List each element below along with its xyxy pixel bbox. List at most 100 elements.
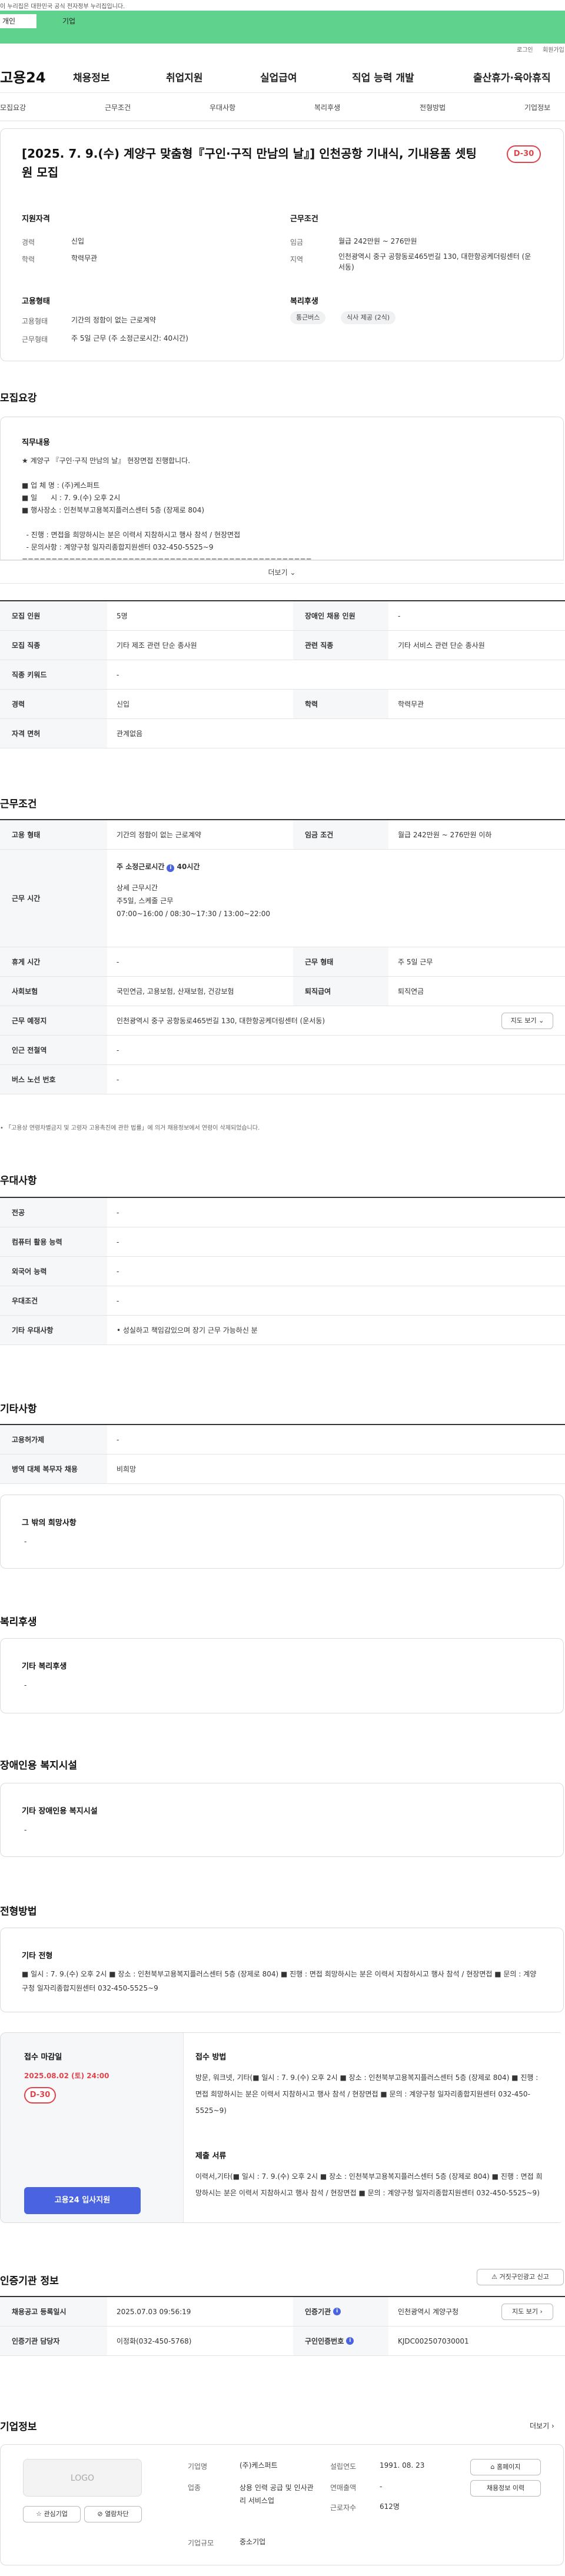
tab-screening[interactable]: 전형방법 bbox=[420, 102, 446, 112]
welfare-section-heading: 복리후생 bbox=[0, 1616, 37, 1628]
weekly-hours-value: 40시간 bbox=[177, 863, 200, 871]
homepage-button[interactable]: ⌂ 홈페이지 bbox=[470, 2459, 541, 2475]
td-cert-number: KJDC002507030001 bbox=[398, 2337, 469, 2345]
tab-company[interactable]: 기업정보 bbox=[524, 102, 550, 112]
deadline-value: 2025.08.02 (토) 24:00 bbox=[24, 2072, 109, 2080]
other-wish-box: 그 밖의 희망사항 - bbox=[0, 1495, 564, 1569]
th-license: 자격 면허 bbox=[0, 719, 107, 748]
pref-table: 전공 - 컴퓨터 활용 능력 - 외국어 능력 - 우대조건 - 기타 우대사항 • 성실… bbox=[0, 1197, 565, 1345]
td-workplace: 인천광역시 중구 공항동로465번길 130, 대한항공케더링센터 (운서동) bbox=[117, 1017, 325, 1025]
tab-welfare[interactable]: 복리후생 bbox=[314, 102, 340, 112]
th-bus: 버스 노선 번호 bbox=[0, 1065, 107, 1094]
block-label: 열람차단 bbox=[105, 2510, 129, 2518]
login-link[interactable]: 로그인 bbox=[517, 45, 533, 54]
th-emptype: 고용 형태 bbox=[0, 820, 107, 849]
table-row: 고용 형태 기간의 정함이 없는 근로계약 임금 조건 월급 242만원 ~ 2… bbox=[0, 820, 565, 850]
table-row: 전공 - bbox=[0, 1198, 565, 1227]
table-row: 모집 인원 5명 장애인 채용 인원 - bbox=[0, 601, 565, 631]
table-row: 고용허가제 - bbox=[0, 1425, 565, 1455]
qualification-heading: 지원자격 bbox=[22, 215, 50, 224]
chevron-down-icon: ⌄ bbox=[539, 1017, 544, 1024]
company-heading: 기업정보 bbox=[0, 2421, 37, 2433]
table-row: 자격 면허 관계없음 bbox=[0, 719, 565, 748]
tab-company[interactable]: 기업 bbox=[62, 14, 75, 28]
duty-heading: 직무내용 bbox=[22, 438, 50, 447]
nav-jobs[interactable]: 채용정보 bbox=[73, 69, 110, 84]
est-label: 설립연도 bbox=[330, 2462, 357, 2471]
block-button[interactable]: ⊘ 열람차단 bbox=[84, 2506, 142, 2522]
cert-heading: 인증기관 정보 bbox=[0, 2275, 59, 2287]
tab-personal[interactable]: 개인 bbox=[0, 14, 36, 28]
nav-training[interactable]: 직업 능력 개발 bbox=[352, 69, 414, 84]
th-worktime: 근무 시간 bbox=[0, 850, 107, 947]
map-button[interactable]: 지도 보기 ⌄ bbox=[501, 1013, 553, 1029]
tab-recruit[interactable]: 모집요강 bbox=[0, 102, 26, 112]
td-military: 비희망 bbox=[117, 1465, 137, 1473]
th-wage: 임금 조건 bbox=[293, 820, 388, 849]
signup-link[interactable]: 회원가입 bbox=[543, 45, 564, 54]
homepage-label: 홈페이지 bbox=[497, 2463, 521, 2471]
info-icon[interactable]: i bbox=[346, 2337, 354, 2345]
detail-hours-shifts: 07:00~16:00 / 08:30~17:30 / 13:00~22:00 bbox=[117, 910, 270, 918]
education-value: 학력무관 bbox=[71, 254, 98, 262]
home-icon: ⌂ bbox=[490, 2463, 495, 2471]
td-career: 신입 bbox=[117, 700, 130, 708]
est-value: 1991. 08. 23 bbox=[380, 2461, 425, 2470]
td-license: 관계없음 bbox=[117, 730, 143, 738]
employees-value: 612명 bbox=[380, 2502, 400, 2511]
td-cert-org: 인천광역시 계양구청 bbox=[398, 2308, 459, 2316]
apply-box: 접수 마감일 2025.08.02 (토) 24:00 D-30 고용24 입사… bbox=[0, 2032, 564, 2223]
td-wage: 월급 242만원 ~ 276만원 이하 bbox=[398, 831, 492, 839]
table-row: 모집 직종 기타 제조 관련 단순 종사원 관련 직종 기타 서비스 관련 단순… bbox=[0, 631, 565, 660]
th-subway: 인근 전철역 bbox=[0, 1036, 107, 1064]
more-button[interactable]: 더보기 ⌄ bbox=[0, 560, 564, 584]
age-note: • 「고용상 연령차별금지 및 고령자 고용촉진에 관한 법률」에 의거 채용정… bbox=[0, 1125, 260, 1131]
th-related-job: 관련 직종 bbox=[293, 631, 388, 660]
siren-icon: ⚠ bbox=[491, 2273, 497, 2281]
welfare-box-value: - bbox=[24, 1681, 27, 1689]
th-military: 병역 대체 복무자 채용 bbox=[0, 1455, 107, 1483]
td-keyword: - bbox=[117, 670, 119, 679]
nav-parental-leave[interactable]: 출산휴가·육아휴직 bbox=[473, 69, 551, 84]
company-more-link[interactable]: 더보기 › bbox=[530, 2421, 554, 2431]
site-logo[interactable]: 고용24 bbox=[0, 66, 46, 86]
th-cert-org-label: 인증기관 bbox=[305, 2308, 331, 2316]
docs-value: 이력서,기타(■ 일시 : 7. 9.(수) 오후 2시 ■ 장소 : 인천북부… bbox=[195, 2172, 543, 2197]
welfare-chip: 통근버스 bbox=[290, 311, 326, 324]
th-break: 휴게 시간 bbox=[0, 947, 107, 976]
info-icon[interactable]: i bbox=[333, 2308, 341, 2315]
td-related-job: 기타 서비스 관련 단순 종사원 bbox=[398, 641, 485, 650]
area-value: 인천광역시 중구 공항동로465번길 130, 대한항공케더링센터 (운서동) bbox=[338, 252, 531, 271]
nav-employment-support[interactable]: 취업지원 bbox=[166, 69, 203, 84]
th-major: 전공 bbox=[0, 1198, 107, 1227]
info-icon[interactable]: i bbox=[167, 864, 175, 872]
company-more-label: 더보기 bbox=[530, 2422, 550, 2430]
th-permit: 고용허가제 bbox=[0, 1425, 107, 1454]
th-cert-number-label: 구인인증번호 bbox=[305, 2337, 344, 2345]
apply-button[interactable]: 고용24 입사지원 bbox=[24, 2187, 141, 2214]
td-pref-other: • 성실하고 책임감있으며 장기 근무 가능하신 분 bbox=[117, 1326, 258, 1334]
emptype-label: 고용형태 bbox=[22, 317, 48, 325]
welfare-box-heading: 기타 복리후생 bbox=[22, 1662, 67, 1671]
recruit-table: 모집 인원 5명 장애인 채용 인원 - 모집 직종 기타 제조 관련 단순 종… bbox=[0, 600, 565, 748]
interest-button[interactable]: ☆ 관심기업 bbox=[23, 2506, 81, 2522]
util-bar: 로그인 회원가입 bbox=[0, 44, 565, 56]
other-wish-value: - bbox=[24, 1537, 27, 1546]
report-button[interactable]: ⚠ 거짓구인광고 신고 bbox=[477, 2269, 564, 2285]
sales-label: 연매출액 bbox=[330, 2484, 357, 2492]
chevron-right-icon: › bbox=[540, 2308, 543, 2315]
table-row: 컴퓨터 활용 능력 - bbox=[0, 1227, 565, 1257]
tab-preference[interactable]: 우대사항 bbox=[210, 102, 235, 112]
report-button-label: 거짓구인광고 신고 bbox=[499, 2273, 549, 2281]
tab-conditions[interactable]: 근무조건 bbox=[105, 102, 131, 112]
table-row: 병역 대체 복무자 채용 비희망 bbox=[0, 1455, 565, 1484]
cert-map-button[interactable]: 지도 보기 › bbox=[501, 2304, 553, 2320]
nav-unemployment[interactable]: 실업급여 bbox=[260, 69, 297, 84]
detail-hours-days: 주5일, 스케줄 근무 bbox=[117, 897, 174, 905]
other-wish-heading: 그 밖의 희망사항 bbox=[22, 1519, 77, 1527]
company-logo: LOGO bbox=[23, 2459, 142, 2497]
work-table: 고용 형태 기간의 정함이 없는 근로계약 임금 조건 월급 242만원 ~ 2… bbox=[0, 819, 565, 1094]
screening-box-heading: 기타 전형 bbox=[22, 1952, 53, 1961]
th-workplace: 근무 예정지 bbox=[0, 1006, 107, 1035]
job-history-button[interactable]: 채용정보 이력 bbox=[470, 2480, 541, 2497]
